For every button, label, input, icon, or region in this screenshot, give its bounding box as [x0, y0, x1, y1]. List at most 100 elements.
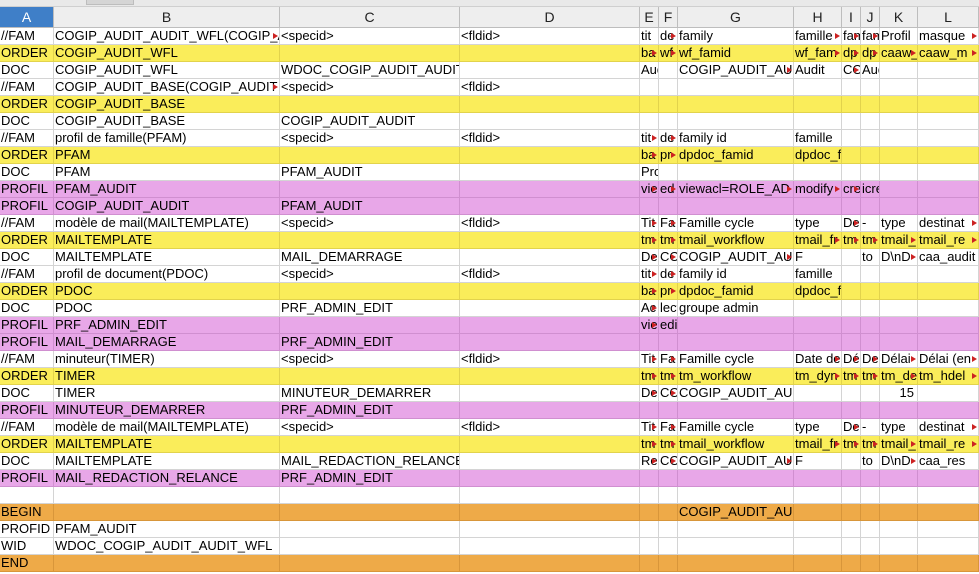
cell-a18[interactable]: PROFIL	[0, 317, 54, 334]
cell-d3[interactable]	[460, 62, 640, 79]
cell-a14[interactable]: DOC	[0, 249, 54, 266]
cell-d26[interactable]	[460, 453, 640, 470]
cell-g11[interactable]	[678, 198, 794, 215]
cell-g12[interactable]: Famille cycle	[678, 215, 794, 232]
cell-c5[interactable]	[280, 96, 460, 113]
cell-a12[interactable]: //FAM	[0, 215, 54, 232]
cell-h15[interactable]: famille	[794, 266, 842, 283]
cell-e3[interactable]: Audit	[640, 62, 659, 79]
cell-c27[interactable]: PRF_ADMIN_EDIT	[280, 470, 460, 487]
cell-g27[interactable]	[678, 470, 794, 487]
cell-d19[interactable]	[460, 334, 640, 351]
cell-g13[interactable]: tmail_workflow	[678, 232, 794, 249]
cell-c26[interactable]: MAIL_REDACTION_RELANCE	[280, 453, 460, 470]
cell-f16[interactable]: pr	[659, 283, 678, 300]
cell-h11[interactable]	[794, 198, 842, 215]
cell-d25[interactable]	[460, 436, 640, 453]
cell-e16[interactable]: ba	[640, 283, 659, 300]
cell-i26[interactable]	[842, 453, 861, 470]
cell-l15[interactable]	[918, 266, 979, 283]
cell-d24[interactable]: <fldid>	[460, 419, 640, 436]
cell-h18[interactable]	[794, 317, 842, 334]
cell-d10[interactable]	[460, 181, 640, 198]
cell-c23[interactable]: PRF_ADMIN_EDIT	[280, 402, 460, 419]
cell-f29[interactable]	[659, 504, 678, 521]
cell-i17[interactable]	[842, 300, 861, 317]
cell-e14[interactable]: De	[640, 249, 659, 266]
cell-e12[interactable]: Tit	[640, 215, 659, 232]
cell-b12[interactable]: modèle de mail(MAILTEMPLATE)	[54, 215, 280, 232]
cell-e30[interactable]	[640, 521, 659, 538]
cell-l18[interactable]	[918, 317, 979, 334]
cell-c21[interactable]	[280, 368, 460, 385]
cell-d16[interactable]	[460, 283, 640, 300]
cell-j2[interactable]: dp	[861, 45, 880, 62]
cell-j15[interactable]	[861, 266, 880, 283]
cell-f4[interactable]	[659, 79, 678, 96]
cell-b4[interactable]: COGIP_AUDIT_BASE(COGIP_AUDIT	[54, 79, 280, 96]
cell-d8[interactable]	[460, 147, 640, 164]
cell-f26[interactable]: CO	[659, 453, 678, 470]
cell-k2[interactable]: caaw_	[880, 45, 918, 62]
cell-i5[interactable]	[842, 96, 861, 113]
cell-j13[interactable]: tm	[861, 232, 880, 249]
cell-i14[interactable]	[842, 249, 861, 266]
cell-g8[interactable]: dpdoc_famid	[678, 147, 794, 164]
cell-f20[interactable]: Fa	[659, 351, 678, 368]
cell-l19[interactable]	[918, 334, 979, 351]
cell-j23[interactable]	[861, 402, 880, 419]
cell-c16[interactable]	[280, 283, 460, 300]
cell-h13[interactable]: tmail_fr	[794, 232, 842, 249]
cell-a16[interactable]: ORDER	[0, 283, 54, 300]
cell-g24[interactable]: Famille cycle	[678, 419, 794, 436]
cell-i22[interactable]	[842, 385, 861, 402]
cell-b16[interactable]: PDOC	[54, 283, 280, 300]
cell-f14[interactable]: CO	[659, 249, 678, 266]
cell-c9[interactable]: PFAM_AUDIT	[280, 164, 460, 181]
cell-d22[interactable]	[460, 385, 640, 402]
cell-e20[interactable]: Tit	[640, 351, 659, 368]
cell-b6[interactable]: COGIP_AUDIT_BASE	[54, 113, 280, 130]
cell-c31[interactable]	[280, 538, 460, 555]
cell-e23[interactable]	[640, 402, 659, 419]
cell-i15[interactable]	[842, 266, 861, 283]
cell-c7[interactable]: <specid>	[280, 130, 460, 147]
cell-e10[interactable]: vie	[640, 181, 659, 198]
cell-e4[interactable]	[640, 79, 659, 96]
cell-h4[interactable]	[794, 79, 842, 96]
cell-g1[interactable]: family	[678, 28, 794, 45]
cell-f8[interactable]: pr	[659, 147, 678, 164]
cell-a5[interactable]: ORDER	[0, 96, 54, 113]
cell-i32[interactable]	[842, 555, 861, 572]
cell-d28[interactable]	[460, 487, 640, 504]
cell-k18[interactable]	[880, 317, 918, 334]
cell-b27[interactable]: MAIL_REDACTION_RELANCE	[54, 470, 280, 487]
cell-b14[interactable]: MAILTEMPLATE	[54, 249, 280, 266]
column-header-e[interactable]: E	[640, 7, 659, 28]
column-header-f[interactable]: F	[659, 7, 678, 28]
cell-f21[interactable]: tm	[659, 368, 678, 385]
cell-l6[interactable]	[918, 113, 979, 130]
cell-d17[interactable]	[460, 300, 640, 317]
cell-k10[interactable]	[880, 181, 918, 198]
cell-f18[interactable]: edit=GADMIN	[659, 317, 678, 334]
cell-k24[interactable]: type	[880, 419, 918, 436]
cell-d2[interactable]	[460, 45, 640, 62]
cell-c4[interactable]: <specid>	[280, 79, 460, 96]
cell-k31[interactable]	[880, 538, 918, 555]
cell-j21[interactable]: tm	[861, 368, 880, 385]
cell-h12[interactable]: type	[794, 215, 842, 232]
cell-h9[interactable]	[794, 164, 842, 181]
cell-d9[interactable]	[460, 164, 640, 181]
cell-h10[interactable]: modify	[794, 181, 842, 198]
cell-i2[interactable]: dp	[842, 45, 861, 62]
cell-e15[interactable]: tit	[640, 266, 659, 283]
cell-j14[interactable]: to	[861, 249, 880, 266]
cell-g18[interactable]	[678, 317, 794, 334]
cell-l27[interactable]	[918, 470, 979, 487]
cell-c24[interactable]: <specid>	[280, 419, 460, 436]
cell-b7[interactable]: profil de famille(PFAM)	[54, 130, 280, 147]
cell-k14[interactable]: D\nD	[880, 249, 918, 266]
cell-a22[interactable]: DOC	[0, 385, 54, 402]
cell-a4[interactable]: //FAM	[0, 79, 54, 96]
